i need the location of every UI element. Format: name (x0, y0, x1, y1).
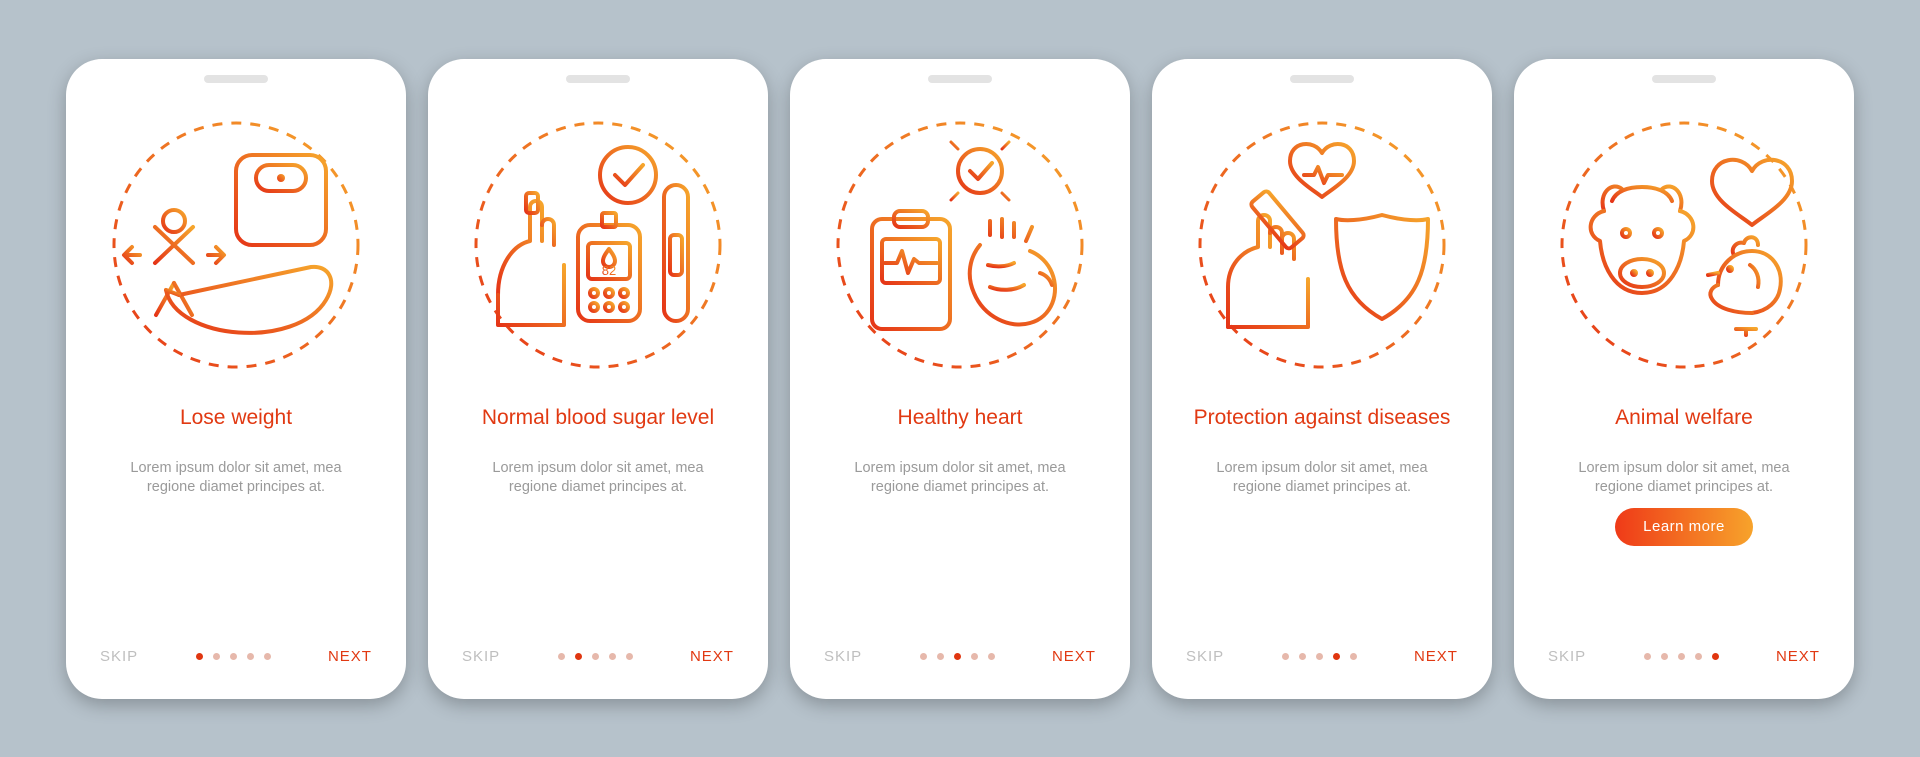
dot-1[interactable] (920, 653, 927, 660)
dot-2[interactable] (213, 653, 220, 660)
onboarding-screen-lose-weight: Lose weight Lorem ipsum dolor sit amet, … (66, 59, 406, 699)
phone-speaker (1652, 75, 1716, 83)
dot-4[interactable] (1333, 653, 1340, 660)
onboarding-screen-protection: Protection against diseases Lorem ipsum … (1152, 59, 1492, 699)
dot-1[interactable] (558, 653, 565, 660)
skip-button[interactable]: SKIP (100, 648, 138, 665)
animal-welfare-icon (1554, 115, 1814, 375)
dot-3[interactable] (1316, 653, 1323, 660)
dot-2[interactable] (937, 653, 944, 660)
onboarding-nav: SKIP NEXT (808, 637, 1112, 689)
dot-5[interactable] (626, 653, 633, 660)
dot-4[interactable] (1695, 653, 1702, 660)
dot-4[interactable] (247, 653, 254, 660)
next-button[interactable]: NEXT (690, 648, 734, 665)
pagination-dots (196, 653, 271, 660)
next-button[interactable]: NEXT (1414, 648, 1458, 665)
dot-2[interactable] (575, 653, 582, 660)
glucose-value: 82 (602, 263, 616, 278)
onboarding-nav: SKIP NEXT (1170, 637, 1474, 689)
healthy-heart-icon (830, 115, 1090, 375)
dot-2[interactable] (1299, 653, 1306, 660)
dot-3[interactable] (954, 653, 961, 660)
screen-title: Protection against diseases (1174, 393, 1471, 445)
onboarding-screen-healthy-heart: Healthy heart Lorem ipsum dolor sit amet… (790, 59, 1130, 699)
phone-speaker (566, 75, 630, 83)
dot-2[interactable] (1661, 653, 1668, 660)
screen-body: Lorem ipsum dolor sit amet, mea regione … (1170, 459, 1474, 637)
onboarding-nav: SKIP NEXT (446, 637, 750, 689)
dot-4[interactable] (971, 653, 978, 660)
dot-5[interactable] (988, 653, 995, 660)
phone-speaker (1290, 75, 1354, 83)
screen-body-text: Lorem ipsum dolor sit amet, mea regione … (1578, 460, 1789, 496)
screen-body: Lorem ipsum dolor sit amet, mea regione … (84, 459, 388, 637)
pagination-dots (920, 653, 995, 660)
screen-title: Normal blood sugar level (462, 393, 734, 445)
dot-5[interactable] (1712, 653, 1719, 660)
learn-more-button[interactable]: Learn more (1615, 508, 1753, 546)
dot-3[interactable] (1678, 653, 1685, 660)
screen-body: Lorem ipsum dolor sit amet, mea regione … (1532, 459, 1836, 637)
onboarding-screen-animal-welfare: Animal welfare Lorem ipsum dolor sit ame… (1514, 59, 1854, 699)
lose-weight-icon (106, 115, 366, 375)
phone-speaker (928, 75, 992, 83)
dot-5[interactable] (264, 653, 271, 660)
screen-title: Healthy heart (878, 393, 1043, 445)
onboarding-screen-blood-sugar: 82 Normal blood sugar level Lorem ipsum … (428, 59, 768, 699)
dot-1[interactable] (1644, 653, 1651, 660)
screen-body: Lorem ipsum dolor sit amet, mea regione … (808, 459, 1112, 637)
onboarding-nav: SKIP NEXT (1532, 637, 1836, 689)
pagination-dots (558, 653, 633, 660)
blood-sugar-icon: 82 (468, 115, 728, 375)
skip-button[interactable]: SKIP (1186, 648, 1224, 665)
onboarding-nav: SKIP NEXT (84, 637, 388, 689)
protection-diseases-icon (1192, 115, 1452, 375)
screen-title: Lose weight (160, 393, 312, 445)
next-button[interactable]: NEXT (1776, 648, 1820, 665)
pagination-dots (1282, 653, 1357, 660)
skip-button[interactable]: SKIP (824, 648, 862, 665)
skip-button[interactable]: SKIP (1548, 648, 1586, 665)
dot-5[interactable] (1350, 653, 1357, 660)
screen-title: Animal welfare (1595, 393, 1773, 445)
screen-body: Lorem ipsum dolor sit amet, mea regione … (446, 459, 750, 637)
skip-button[interactable]: SKIP (462, 648, 500, 665)
next-button[interactable]: NEXT (1052, 648, 1096, 665)
dot-1[interactable] (1282, 653, 1289, 660)
phone-speaker (204, 75, 268, 83)
dot-3[interactable] (592, 653, 599, 660)
dot-4[interactable] (609, 653, 616, 660)
dot-1[interactable] (196, 653, 203, 660)
pagination-dots (1644, 653, 1719, 660)
next-button[interactable]: NEXT (328, 648, 372, 665)
dot-3[interactable] (230, 653, 237, 660)
